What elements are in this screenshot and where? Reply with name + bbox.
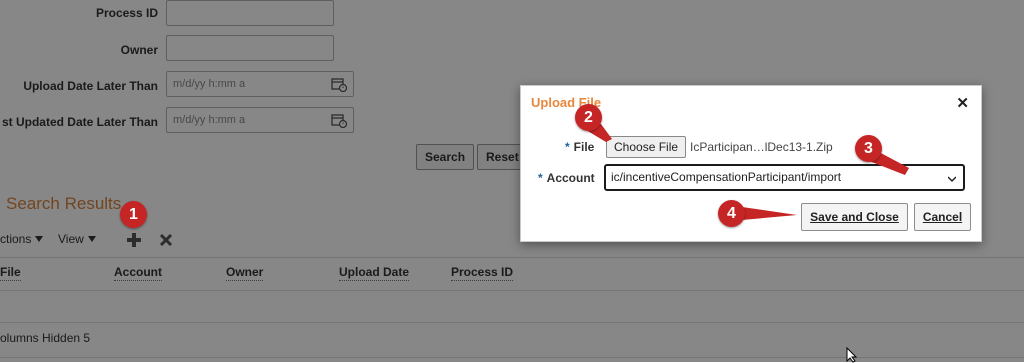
file-label: * File: [565, 140, 594, 154]
step-badge-4: 4: [718, 200, 745, 227]
file-label-text: File: [573, 140, 595, 154]
account-label: * Account: [538, 171, 595, 185]
account-label-text: Account: [546, 171, 595, 185]
choose-file-button[interactable]: Choose File: [606, 136, 687, 158]
selected-file-name: IcParticipan…lDec13-1.Zip: [690, 140, 833, 154]
required-marker: *: [565, 140, 570, 154]
chevron-down-icon: [948, 176, 956, 183]
required-marker: *: [538, 171, 543, 185]
step-badge-3: 3: [855, 135, 882, 162]
mouse-cursor-icon: [846, 347, 858, 363]
cancel-button[interactable]: Cancel: [914, 203, 971, 231]
account-select-value: ic/incentiveCompensationParticipant/impo…: [611, 170, 842, 184]
step-badge-1: 1: [120, 201, 147, 228]
close-icon[interactable]: ✕: [956, 94, 969, 112]
account-select[interactable]: ic/incentiveCompensationParticipant/impo…: [604, 164, 965, 191]
save-and-close-button[interactable]: Save and Close: [801, 203, 908, 231]
step-badge-2: 2: [575, 104, 602, 131]
